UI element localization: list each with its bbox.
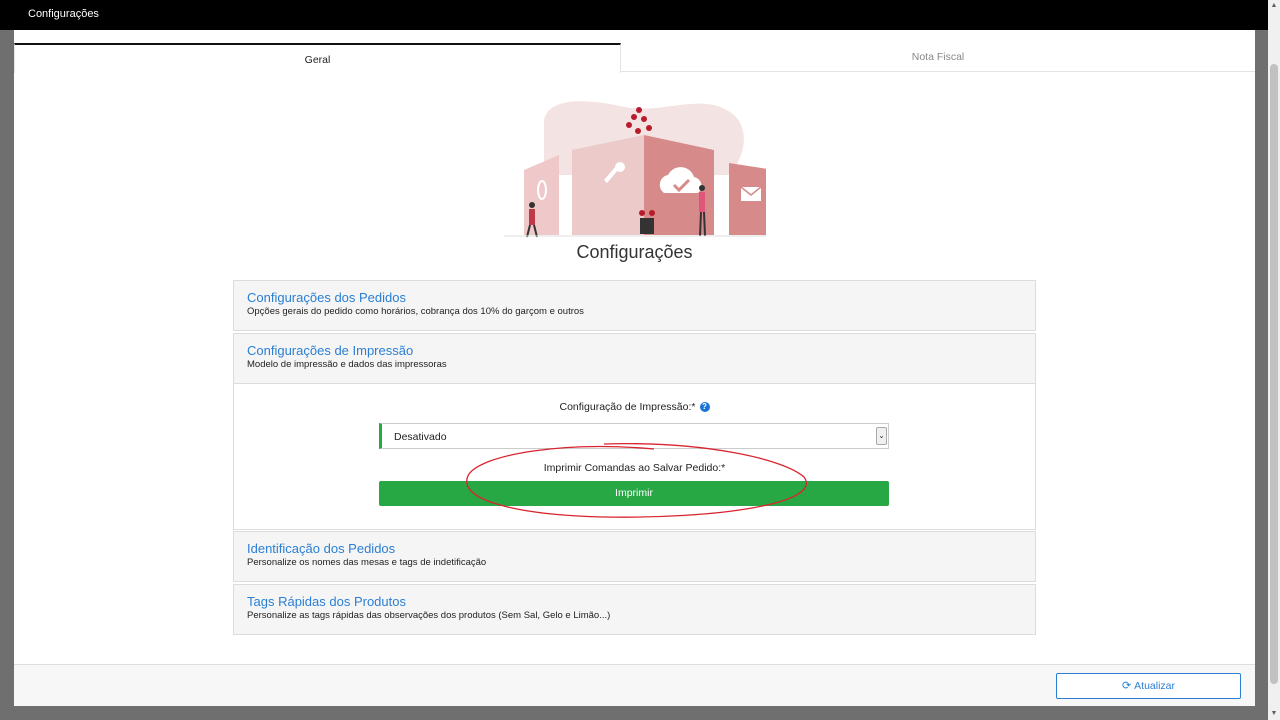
- settings-modal: Geral Nota Fiscal Configurações Configur…: [14, 30, 1255, 706]
- refresh-icon: ⟳: [1121, 680, 1132, 692]
- tab-bar: Geral Nota Fiscal: [14, 43, 1255, 73]
- scroll-down-icon[interactable]: ▼: [1270, 710, 1278, 718]
- print-settings-panel: Configuração de Impressão:*? Desativado …: [233, 384, 1036, 530]
- section-description: Personalize os nomes das mesas e tags de…: [247, 557, 487, 568]
- section-title: Tags Rápidas dos Produtos: [247, 594, 406, 609]
- section-title: Configurações de Impressão: [247, 343, 414, 358]
- refresh-button[interactable]: ⟳ Atualizar: [1056, 673, 1241, 699]
- section-title: Identificação dos Pedidos: [247, 541, 396, 556]
- print-config-select[interactable]: Desativado ⌄: [379, 423, 889, 449]
- section-description: Opções gerais do pedido como horários, c…: [247, 306, 584, 317]
- window-title: Configurações: [28, 8, 99, 20]
- section-title: Configurações dos Pedidos: [247, 290, 406, 305]
- tab-geral[interactable]: Geral: [14, 43, 621, 73]
- page-title: Configurações: [576, 242, 693, 262]
- print-config-label: Configuração de Impressão:*?: [234, 401, 1035, 413]
- scroll-up-icon[interactable]: ▲: [1270, 2, 1278, 10]
- section-identificacao[interactable]: Identificação dos Pedidos Personalize os…: [233, 531, 1036, 582]
- section-impressao[interactable]: Configurações de Impressão Modelo de imp…: [233, 333, 1036, 384]
- settings-accordion: Configurações dos Pedidos Opções gerais …: [233, 280, 1036, 637]
- refresh-button-label: Atualizar: [1134, 680, 1176, 692]
- print-config-value: Desativado: [394, 431, 447, 443]
- print-button[interactable]: Imprimir: [379, 481, 889, 506]
- scrollbar[interactable]: ▲ ▼: [1268, 0, 1280, 720]
- chevron-down-icon[interactable]: ⌄: [876, 427, 887, 445]
- print-on-save-label: Imprimir Comandas ao Salvar Pedido:*: [543, 462, 726, 474]
- print-config-label-text: Configuração de Impressão:*: [559, 401, 696, 413]
- section-description: Modelo de impressão e dados das impresso…: [247, 359, 447, 370]
- section-tags-rapidas[interactable]: Tags Rápidas dos Produtos Personalize as…: [233, 584, 1036, 635]
- help-icon[interactable]: ?: [699, 402, 710, 413]
- tab-nota-fiscal[interactable]: Nota Fiscal: [621, 43, 1255, 72]
- title-bar: Configurações: [0, 0, 1268, 30]
- section-pedidos[interactable]: Configurações dos Pedidos Opções gerais …: [233, 280, 1036, 331]
- scroll-thumb[interactable]: [1270, 64, 1278, 684]
- modal-footer: ⟳ Atualizar: [14, 664, 1255, 706]
- section-description: Personalize as tags rápidas das observaç…: [247, 610, 611, 621]
- settings-illustration: [504, 101, 766, 238]
